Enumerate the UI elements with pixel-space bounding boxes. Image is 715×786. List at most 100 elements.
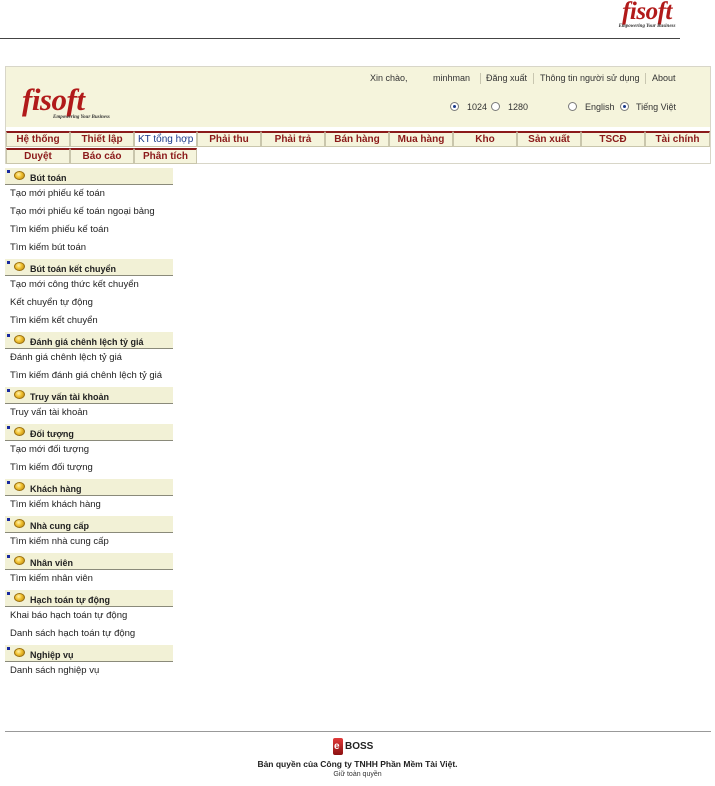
nav-link[interactable]: Tìm kiếm nhà cung cấp [5, 533, 173, 551]
footer-divider [5, 731, 711, 732]
eboss-logo-letter: e [334, 741, 340, 752]
rights-text: Giữ toàn quyền [333, 771, 382, 778]
username-text: minhman [433, 73, 471, 83]
nav-section-title: Nhân viên [30, 558, 74, 568]
nav-section-title: Bút toán [30, 173, 67, 183]
coins-icon [14, 335, 25, 344]
menu-bao-cao[interactable]: Báo cáo [70, 148, 134, 164]
nav-link[interactable]: Truy vấn tài khoản [5, 404, 173, 422]
menu-kho[interactable]: Kho [453, 131, 517, 147]
menu-tscd[interactable]: TSCĐ [581, 131, 645, 147]
header-divider [533, 73, 534, 84]
logout-link[interactable]: Đăng xuất [486, 73, 527, 83]
main-menu-row-2: Duyệt Báo cáo Phân tích [6, 148, 206, 164]
document-logo: fisoft Empowering Your Business [608, 0, 686, 32]
coins-icon [14, 593, 25, 602]
nav-section-title: Đánh giá chênh lệch tỷ giá [30, 337, 144, 347]
bullet-icon [7, 170, 10, 173]
header-divider [645, 73, 646, 84]
language-english-label: English [585, 102, 615, 112]
nav-link[interactable]: Tạo mới phiếu kế toán [5, 185, 173, 203]
coins-icon [14, 482, 25, 491]
nav-link[interactable]: Tìm kiếm phiếu kế toán [5, 221, 173, 239]
menu-san-xuat[interactable]: Sản xuất [517, 131, 581, 147]
user-info-link[interactable]: Thông tin người sử dụng [540, 73, 640, 83]
menu-phan-tich[interactable]: Phân tích [134, 148, 197, 164]
menu-kt-tong-hop[interactable]: KT tổng hợp [134, 131, 197, 147]
nav-link[interactable]: Tìm kiếm nhân viên [5, 570, 173, 588]
menu-thiet-lap[interactable]: Thiết lập [70, 131, 134, 147]
copyright-text: Bản quyền của Công ty TNHH Phần Mềm Tài … [257, 759, 458, 769]
app-logo-brand: fisoft [22, 82, 85, 117]
eboss-logo: e BOSS [333, 738, 383, 756]
language-vietnamese-radio[interactable] [620, 102, 629, 111]
bullet-icon [7, 334, 10, 337]
nav-section-header: Truy vấn tài khoản [5, 387, 173, 404]
nav-section-header: Nhân viên [5, 553, 173, 570]
nav-link[interactable]: Tạo mới công thức kết chuyển [5, 276, 173, 294]
nav-link[interactable]: Khai báo hạch toán tự động [5, 607, 173, 625]
document-header-divider [0, 38, 680, 39]
nav-section-header: Nghiệp vụ [5, 645, 173, 662]
resolution-1280-label: 1280 [508, 102, 529, 112]
menu-tai-chinh[interactable]: Tài chính [645, 131, 710, 147]
coins-icon [14, 519, 25, 528]
language-english-radio[interactable] [568, 102, 577, 111]
app-logo-tagline: Empowering Your Business [53, 115, 110, 120]
bullet-icon [7, 555, 10, 558]
nav-section-header: Hạch toán tự động [5, 590, 173, 607]
resolution-1280-radio[interactable] [491, 102, 500, 111]
menu-he-thong[interactable]: Hệ thống [6, 131, 70, 147]
nav-section-header: Bút toán kết chuyển [5, 259, 173, 276]
menu-mua-hang[interactable]: Mua hàng [389, 131, 453, 147]
menu-ban-hang[interactable]: Bán hàng [325, 131, 389, 147]
nav-section-title: Bút toán kết chuyển [30, 264, 117, 274]
main-menu-row-1: Hệ thống Thiết lập KT tổng hợp Phải thu … [6, 131, 710, 147]
nav-link[interactable]: Tìm kiếm bút toán [5, 239, 173, 257]
document-logo-brand: fisoft [622, 0, 672, 25]
bullet-icon [7, 592, 10, 595]
coins-icon [14, 427, 25, 436]
nav-link[interactable]: Tìm kiếm đối tượng [5, 459, 173, 477]
coins-icon [14, 390, 25, 399]
nav-section-title: Khách hàng [30, 484, 82, 494]
bullet-icon [7, 518, 10, 521]
nav-section-header: Khách hàng [5, 479, 173, 496]
nav-link[interactable]: Tạo mới phiếu kế toán ngoại bảng [5, 203, 173, 221]
nav-link[interactable]: Tìm kiếm kết chuyển [5, 312, 173, 330]
bullet-icon [7, 389, 10, 392]
about-link[interactable]: About [652, 73, 676, 83]
menu-duyet[interactable]: Duyệt [6, 148, 70, 164]
nav-link[interactable]: Tìm kiếm đánh giá chênh lệch tỷ giá [5, 367, 173, 385]
bullet-icon [7, 481, 10, 484]
coins-icon [14, 556, 25, 565]
menu-phai-tra[interactable]: Phải trả [261, 131, 325, 147]
nav-link[interactable]: Danh sách hạch toán tự động [5, 625, 173, 643]
app-logo[interactable]: fisoft Empowering Your Business [22, 82, 132, 120]
coins-icon [14, 171, 25, 180]
greeting-text: Xin chào, [370, 73, 408, 83]
bullet-icon [7, 647, 10, 650]
coins-icon [14, 648, 25, 657]
nav-link[interactable]: Danh sách nghiệp vụ [5, 662, 173, 680]
nav-section-header: Nhà cung cấp [5, 516, 173, 533]
nav-section-title: Đối tượng [30, 429, 74, 439]
menu-phai-thu[interactable]: Phải thu [197, 131, 261, 147]
bullet-icon [7, 261, 10, 264]
nav-link[interactable]: Tìm kiếm khách hàng [5, 496, 173, 514]
app-header: fisoft Empowering Your Business Xin chào… [6, 67, 710, 127]
resolution-1024-label: 1024 [467, 102, 488, 112]
nav-link[interactable]: Kết chuyển tự động [5, 294, 173, 312]
nav-section-title: Truy vấn tài khoản [30, 392, 110, 402]
eboss-logo-text: BOSS [345, 741, 374, 752]
nav-link[interactable]: Tạo mới đối tượng [5, 441, 173, 459]
nav-link[interactable]: Đánh giá chênh lệch tỷ giá [5, 349, 173, 367]
resolution-1024-radio[interactable] [450, 102, 459, 111]
nav-section-header: Bút toán [5, 168, 173, 185]
nav-section-header: Đối tượng [5, 424, 173, 441]
app-window: fisoft Empowering Your Business Xin chào… [5, 66, 711, 164]
left-navigation: Bút toán Tạo mới phiếu kế toán Tạo mới phi… [5, 166, 173, 680]
document-logo-tagline: Empowering Your Business [618, 24, 676, 29]
nav-section-title: Hạch toán tự động [30, 595, 111, 605]
nav-section-title: Nghiệp vụ [30, 650, 74, 660]
